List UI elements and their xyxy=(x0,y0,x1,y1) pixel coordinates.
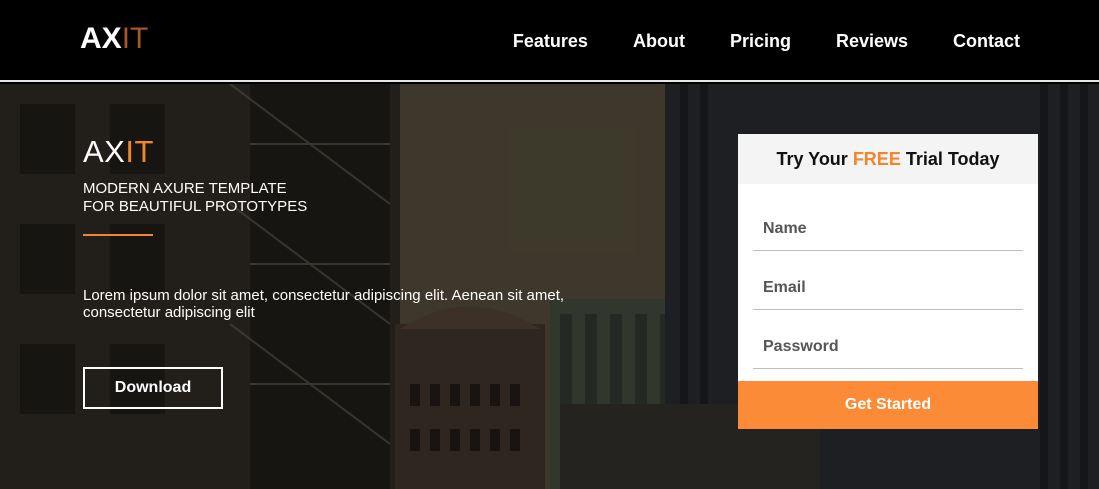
hero-title-it: IT xyxy=(125,134,154,169)
hero-title: AXIT xyxy=(83,135,154,169)
hero-description: Lorem ipsum dolor sit amet, consectetur … xyxy=(83,287,565,321)
logo-it: IT xyxy=(121,22,149,55)
password-field[interactable] xyxy=(753,325,1023,369)
hero-title-ax: AX xyxy=(83,134,126,169)
nav-features[interactable]: Features xyxy=(513,30,588,52)
nav-about[interactable]: About xyxy=(633,30,685,52)
top-navbar: AXIT Features About Pricing Reviews Cont… xyxy=(0,0,1099,82)
download-button[interactable]: Download xyxy=(83,367,223,409)
name-field[interactable] xyxy=(753,207,1023,251)
hero-section: AXIT MODERN AXURE TEMPLATE FOR BEAUTIFUL… xyxy=(0,84,1099,489)
email-field[interactable] xyxy=(753,266,1023,310)
form-heading-suffix: Trial Today xyxy=(900,149,1000,169)
logo-ax: AX xyxy=(80,22,122,55)
nav-contact[interactable]: Contact xyxy=(953,30,1020,52)
form-heading: Try Your FREE Trial Today xyxy=(738,134,1038,184)
form-heading-prefix: Try Your xyxy=(776,149,853,169)
form-heading-free: FREE xyxy=(852,149,901,169)
hero-subtitle-line1: MODERN AXURE TEMPLATE xyxy=(83,180,287,197)
hero-subtitle: MODERN AXURE TEMPLATE FOR BEAUTIFUL PROT… xyxy=(83,180,403,216)
get-started-button[interactable]: Get Started xyxy=(738,381,1038,429)
nav-pricing[interactable]: Pricing xyxy=(730,30,791,52)
nav-reviews[interactable]: Reviews xyxy=(836,30,908,52)
trial-signup-form: Try Your FREE Trial Today Get Started xyxy=(738,134,1038,429)
hero-subtitle-line2: FOR BEAUTIFUL PROTOTYPES xyxy=(83,198,308,215)
site-logo[interactable]: AXIT xyxy=(80,22,148,56)
main-nav: Features About Pricing Reviews Contact xyxy=(468,30,1020,52)
hero-divider xyxy=(83,234,153,236)
